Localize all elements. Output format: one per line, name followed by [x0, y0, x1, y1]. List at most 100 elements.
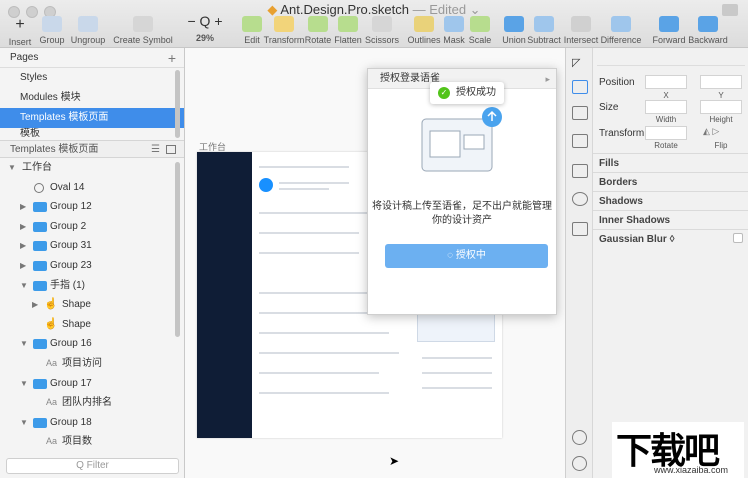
disclosure-open-icon[interactable]: ▼	[20, 374, 28, 394]
height-field[interactable]	[700, 100, 742, 114]
rotate-field[interactable]	[645, 126, 687, 140]
toolbar: ◆ Ant.Design.Pro.sketch — Edited ⌄ + Ins…	[0, 0, 748, 48]
page-item-modules[interactable]: Modules 模块	[0, 88, 184, 108]
size-label: Size	[599, 102, 619, 113]
layers-header: Templates 模板页面 ☰	[0, 140, 184, 158]
layer-item[interactable]: ☝ Shape	[0, 315, 184, 335]
layers-sidebar: Pages + Styles Modules 模块 Templates 模板页面…	[0, 48, 185, 478]
layer-item[interactable]: ▼ 手指 (1)	[0, 276, 184, 296]
layout-icon[interactable]	[572, 106, 588, 120]
oval-icon	[34, 182, 44, 193]
watermark-logo: 下载吧 www.xiazaiba.com	[612, 422, 744, 478]
grid-icon[interactable]	[572, 222, 588, 236]
mock-line	[279, 188, 329, 190]
filter-input[interactable]: Q Filter	[6, 458, 179, 474]
artboard-nav-mock	[197, 152, 252, 438]
create-symbol-button[interactable]: Create Symbol	[113, 16, 173, 45]
disclosure-open-icon[interactable]: ▼	[20, 413, 28, 433]
help-icon[interactable]	[572, 430, 587, 445]
ungroup-icon	[78, 16, 98, 32]
mock-line	[259, 352, 399, 354]
height-label: Height	[709, 115, 733, 124]
ungroup-button[interactable]: Ungroup	[58, 16, 118, 45]
folder-icon	[33, 260, 47, 271]
flip-icons[interactable]: ◭ ▷	[703, 126, 719, 137]
disclosure-open-icon[interactable]: ▼	[20, 276, 28, 296]
blur-checkbox[interactable]	[733, 233, 743, 243]
disclosure-closed-icon[interactable]: ▶	[20, 217, 26, 237]
y-field[interactable]	[700, 75, 742, 89]
layer-item[interactable]: ▶ Group 31	[0, 236, 184, 256]
mock-line	[259, 232, 359, 234]
page-item-moban[interactable]: 模板	[0, 128, 184, 140]
text-layer-icon: Aa	[46, 357, 58, 368]
dialog-description: 将设计稿上传至语雀，足不出户就能管理 你的设计资产	[372, 201, 552, 226]
position-label: Position	[599, 77, 635, 88]
width-label: Width	[655, 115, 677, 124]
folder-icon	[33, 221, 47, 232]
pages-scrollbar[interactable]	[175, 70, 180, 138]
mock-line	[259, 392, 389, 394]
collapse-icon[interactable]	[166, 145, 176, 154]
layer-item[interactable]: ▼ Group 17	[0, 374, 184, 394]
list-icon[interactable]: ☰	[151, 141, 160, 159]
disclosure-open-icon[interactable]: ▼	[8, 158, 16, 178]
image-icon[interactable]	[572, 164, 588, 178]
mock-line	[259, 292, 379, 294]
layer-item[interactable]: ▼ Group 16	[0, 334, 184, 354]
layer-item[interactable]: Aa 项目访问	[0, 354, 184, 374]
layer-item[interactable]: Aa 项目数	[0, 432, 184, 452]
fills-section[interactable]: Fills	[593, 153, 748, 172]
borders-section[interactable]: Borders	[593, 172, 748, 191]
layer-artboard[interactable]: ▼ 工作台	[0, 158, 184, 178]
inner-shadows-section[interactable]: Inner Shadows	[593, 210, 748, 229]
upload-illustration-icon	[421, 107, 502, 172]
scissors-icon	[372, 16, 392, 32]
x-field[interactable]	[645, 75, 687, 89]
hand-outline-icon: ☝	[44, 317, 58, 330]
layer-item[interactable]: ▼ Group 18	[0, 413, 184, 433]
mock-line	[279, 182, 349, 184]
width-field[interactable]	[645, 100, 687, 114]
disclosure-closed-icon[interactable]: ▶	[20, 197, 26, 217]
upload-icon[interactable]	[572, 80, 588, 94]
transform-label: Transform	[599, 128, 645, 139]
text-layer-icon: Aa	[46, 436, 58, 447]
layer-item[interactable]: Oval 14	[0, 178, 184, 198]
authorizing-button[interactable]: ◌ 授权中	[385, 244, 548, 268]
gear-icon[interactable]	[572, 456, 587, 471]
add-page-icon[interactable]: +	[168, 48, 176, 68]
page-item-templates[interactable]: Templates 模板页面	[0, 108, 184, 128]
mock-line	[259, 212, 369, 214]
x-label: X	[663, 91, 669, 100]
folder-icon	[33, 339, 47, 350]
authorize-dialog: 授权登录语雀 ▸ 将设计稿上传至语雀，足不出户就能管理 你的设计资产 ◌ 授权中	[367, 68, 557, 315]
disclosure-closed-icon[interactable]: ▶	[20, 236, 26, 256]
chevron-right-icon[interactable]: ▸	[545, 69, 550, 89]
folder-icon	[33, 241, 47, 252]
fullscreen-icon[interactable]	[722, 4, 738, 16]
flip-label: Flip	[714, 141, 728, 150]
disclosure-open-icon[interactable]: ▼	[20, 334, 28, 354]
palette-icon[interactable]	[572, 192, 588, 206]
disclosure-closed-icon[interactable]: ▶	[20, 256, 26, 276]
inspector-tabs: ◸	[565, 48, 593, 478]
layer-item[interactable]: ▶ Group 12	[0, 197, 184, 217]
layers-scrollbar[interactable]	[175, 162, 180, 337]
arrange-icon[interactable]: ◸	[572, 56, 588, 70]
folder-icon	[33, 202, 47, 213]
layer-item[interactable]: ▶ ☝ Shape	[0, 295, 184, 315]
layer-item[interactable]: ▶ Group 23	[0, 256, 184, 276]
shadows-section[interactable]: Shadows	[593, 191, 748, 210]
mock-line	[422, 372, 492, 374]
alignment-bar[interactable]	[597, 54, 745, 66]
disclosure-closed-icon[interactable]: ▶	[32, 295, 38, 315]
page-item-styles[interactable]: Styles	[0, 68, 184, 88]
layer-item[interactable]: ▶ Group 2	[0, 217, 184, 237]
mock-line	[422, 387, 492, 389]
layer-item[interactable]: Aa 团队内排名	[0, 393, 184, 413]
components-icon[interactable]	[572, 134, 588, 148]
y-label: Y	[718, 91, 724, 100]
gaussian-blur-section[interactable]: Gaussian Blur ◊	[593, 229, 748, 248]
backward-button[interactable]: Backward	[678, 16, 738, 45]
